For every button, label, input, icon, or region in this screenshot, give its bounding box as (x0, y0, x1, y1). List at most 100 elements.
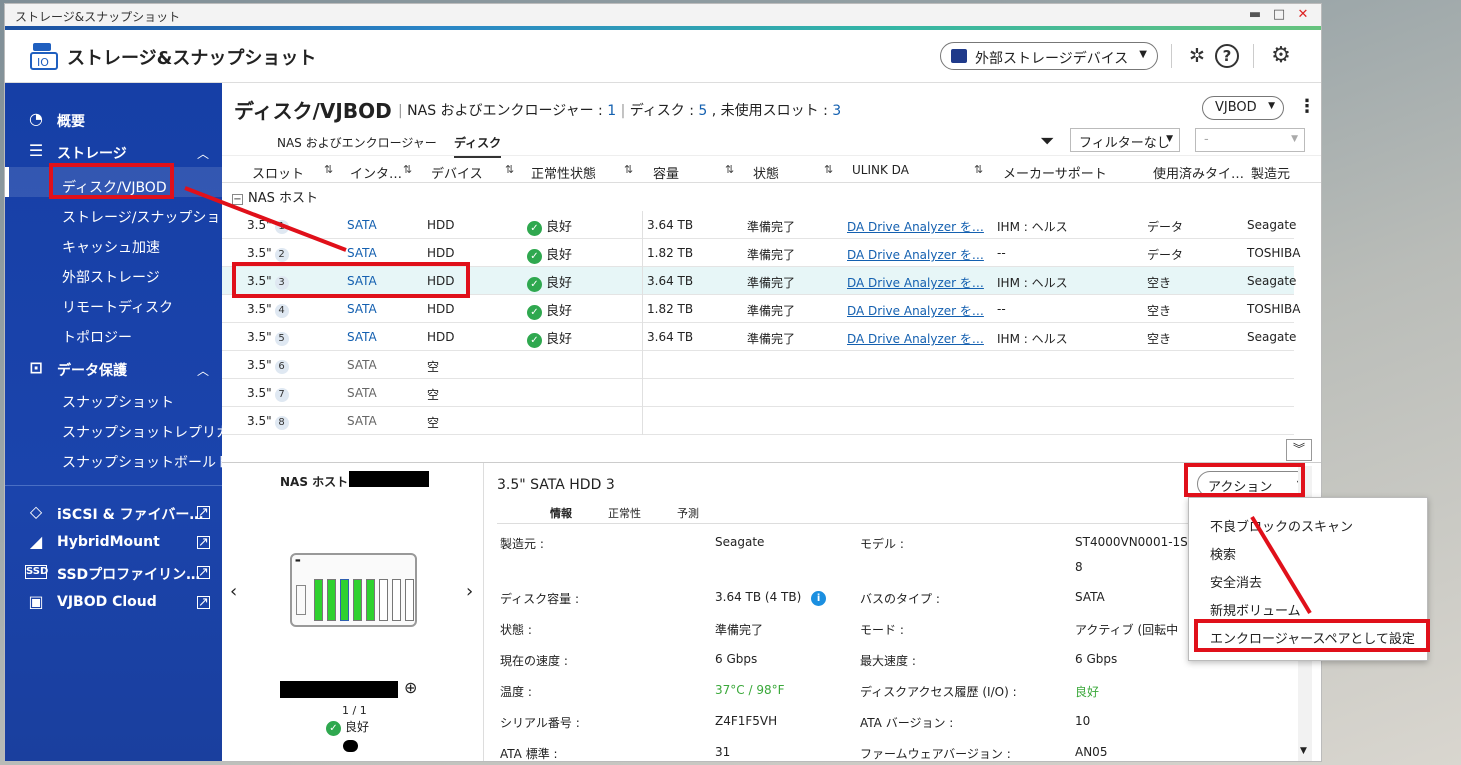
cell-ulink-link[interactable]: DA Drive Analyzer を… (847, 246, 984, 263)
prev-arrow-icon[interactable]: ‹ (230, 581, 237, 602)
sidebar-item-snapshot-vault[interactable]: スナップショットボールト (62, 452, 230, 472)
maximize-icon[interactable]: □ (1271, 7, 1287, 23)
table-row[interactable]: 3.5" 8 SATA 空 (222, 407, 1294, 435)
table-row[interactable]: 3.5" 7 SATA 空 (222, 379, 1294, 407)
caret-down-icon: ▼ (1139, 49, 1147, 60)
sidebar-item-topology[interactable]: トポロジー (62, 327, 132, 347)
menu-item-new-volume[interactable]: 新規ボリューム (1210, 600, 1301, 619)
tab-bar: NAS およびエンクロージャー ディスク ⏷ フィルターなし ▼ - ▼ (222, 128, 1321, 158)
filter-dropdown[interactable]: フィルターなし ▼ (1070, 128, 1180, 152)
main-panel: ディスク/VJBOD | NAS およびエンクロージャー : 1 | ディスク … (222, 83, 1321, 761)
vjbod-button[interactable]: VJBOD ▼ (1202, 96, 1284, 120)
table-row[interactable]: 3.5" 4 SATA HDD ✓ 良好 1.82 TB 準備完了 DA Drive Analy… (222, 295, 1300, 323)
sort-icon[interactable]: ⇅ (824, 163, 833, 176)
sort-icon[interactable]: ⇅ (505, 163, 514, 176)
external-link-icon[interactable]: ↗ (197, 596, 210, 609)
more-options-icon[interactable]: ⋮ (1298, 96, 1316, 117)
pager-label: 1 / 1 (342, 704, 367, 717)
col-capacity[interactable]: 容量 (653, 163, 679, 182)
col-slot[interactable]: スロット (252, 163, 304, 182)
close-icon[interactable]: ✕ (1295, 7, 1311, 23)
group-nas-host[interactable]: − NAS ホスト (232, 187, 318, 206)
menu-item-locate[interactable]: 検索 (1210, 544, 1236, 563)
menu-item-bad-block-scan[interactable]: 不良ブロックのスキャン (1210, 516, 1353, 535)
sort-icon[interactable]: ⇅ (324, 163, 333, 176)
sidebar-item-data-protection[interactable]: ⊡ データ保護 (29, 358, 127, 380)
ok-check-icon: ✓ (527, 277, 542, 292)
help-icon[interactable]: ? (1215, 44, 1239, 68)
annotation-box-action (1184, 463, 1305, 497)
sort-icon[interactable]: ⇅ (974, 163, 983, 176)
cell-ulink-link[interactable]: DA Drive Analyzer を… (847, 274, 984, 291)
col-status[interactable]: 状態 (753, 163, 779, 182)
tab-health[interactable]: 正常性 (608, 505, 641, 521)
sidebar-link-hybridmount[interactable]: ◢ HybridMount (30, 532, 160, 551)
col-vendor-support[interactable]: メーカーサポート (1003, 163, 1107, 182)
sidebar-item-overview[interactable]: ◔ 概要 (29, 109, 85, 131)
sidebar-item-snapshot[interactable]: スナップショット (62, 392, 174, 412)
health-label: 良好 (546, 276, 573, 291)
value-bus-type: SATA (1075, 590, 1105, 604)
info-icon[interactable]: i (811, 591, 827, 606)
tab-prediction[interactable]: 予測 (677, 505, 699, 521)
external-link-icon[interactable]: ↗ (197, 536, 210, 549)
external-link-icon[interactable]: ↗ (197, 506, 210, 519)
zoom-icon[interactable]: ⊕ (404, 678, 417, 697)
sidebar-link-iscsi[interactable]: ◇ iSCSI & ファイバー… (30, 502, 204, 524)
minimize-icon[interactable]: ▬ (1247, 7, 1263, 23)
cell-status: 準備完了 (747, 332, 796, 346)
col-health[interactable]: 正常性状態 (531, 163, 596, 182)
vjbod-cloud-icon: ▣ (28, 592, 44, 611)
cell-health: ✓ 良好 (527, 328, 572, 348)
col-interface[interactable]: インタ… (350, 163, 402, 182)
cell-capacity: 3.64 TB (647, 274, 694, 288)
label-model: モデル : (860, 537, 904, 551)
collapse-group-icon[interactable]: − (232, 194, 243, 205)
cell-ulink-link[interactable]: DA Drive Analyzer を… (847, 218, 984, 235)
cell-manufacturer: Seagate (1247, 274, 1297, 288)
col-manufacturer[interactable]: 製造元 (1251, 163, 1290, 182)
table-row[interactable]: 3.5" 1 SATA HDD ✓ 良好 3.64 TB 準備完了 DA Drive Analy… (222, 211, 1296, 239)
external-link-icon[interactable]: ↗ (197, 566, 210, 579)
collapse-panel-button[interactable]: ︾ (1286, 439, 1312, 461)
app-header: IO ストレージ&スナップショット 外部ストレージデバイス ▼ ✲ ? ⚙ (5, 30, 1321, 83)
sidebar-item-cache[interactable]: キャッシュ加速 (62, 237, 160, 257)
cell-ulink-link[interactable]: DA Drive Analyzer を… (847, 302, 984, 319)
sort-icon[interactable]: ⇅ (403, 163, 412, 176)
drive-bay-1 (314, 579, 323, 621)
cell-slot: 3.5" 8 (247, 414, 289, 430)
col-used-type[interactable]: 使用済みタイ… (1153, 163, 1244, 182)
sidebar-item-external-storage[interactable]: 外部ストレージ (62, 267, 160, 287)
external-device-label: 外部ストレージデバイス (975, 51, 1129, 67)
diagnostics-icon[interactable]: ✲ (1185, 44, 1209, 68)
col-ulink[interactable]: ULINK DA (852, 163, 909, 177)
sidebar-link-ssd-profiling[interactable]: SSD SSDプロファイリン… (25, 564, 200, 584)
app-title: ストレージ&スナップショット (67, 48, 317, 69)
sidebar-link-vjbod-cloud[interactable]: ▣ VJBOD Cloud (28, 592, 156, 611)
sidebar-item-snapshot-replica[interactable]: スナップショットレプリカ (62, 422, 230, 442)
tab-nas-enclosure[interactable]: NAS およびエンクロージャー (277, 134, 437, 151)
col-device[interactable]: デバイス (431, 163, 483, 182)
sort-icon[interactable]: ⇅ (624, 163, 633, 176)
sidebar-item-storage[interactable]: ☰ ストレージ (29, 141, 127, 163)
value-state: 準備完了 (715, 623, 764, 637)
menu-item-secure-erase[interactable]: 安全消去 (1210, 572, 1262, 591)
scroll-down-icon[interactable]: ▼ (1300, 746, 1307, 756)
filter-icon[interactable]: ⏷ (1040, 131, 1054, 152)
sidebar-item-storage-snapshot[interactable]: ストレージ/スナップショ… (62, 207, 234, 227)
filter-secondary-dropdown[interactable]: - ▼ (1195, 128, 1305, 152)
sort-icon[interactable]: ⇅ (725, 163, 734, 176)
tab-info[interactable]: 情報 (550, 505, 572, 521)
cell-ulink-link[interactable]: DA Drive Analyzer を… (847, 330, 984, 347)
cell-slot: 3.5" 4 (247, 302, 289, 318)
sidebar-item-remote-disk[interactable]: リモートディスク (62, 297, 173, 317)
chevron-up-icon[interactable]: ︿ (197, 362, 209, 379)
cell-manufacturer: TOSHIBA (1247, 246, 1301, 260)
settings-gear-icon[interactable]: ⚙ (1269, 44, 1293, 68)
external-device-dropdown[interactable]: 外部ストレージデバイス ▼ (940, 42, 1158, 70)
table-row[interactable]: 3.5" 6 SATA 空 (222, 351, 1294, 379)
cell-device: HDD (427, 246, 455, 260)
chevron-up-icon[interactable]: ︿ (197, 145, 209, 162)
table-row[interactable]: 3.5" 5 SATA HDD ✓ 良好 3.64 TB 準備完了 DA Drive Analy… (222, 323, 1296, 351)
next-arrow-icon[interactable]: › (466, 581, 473, 602)
